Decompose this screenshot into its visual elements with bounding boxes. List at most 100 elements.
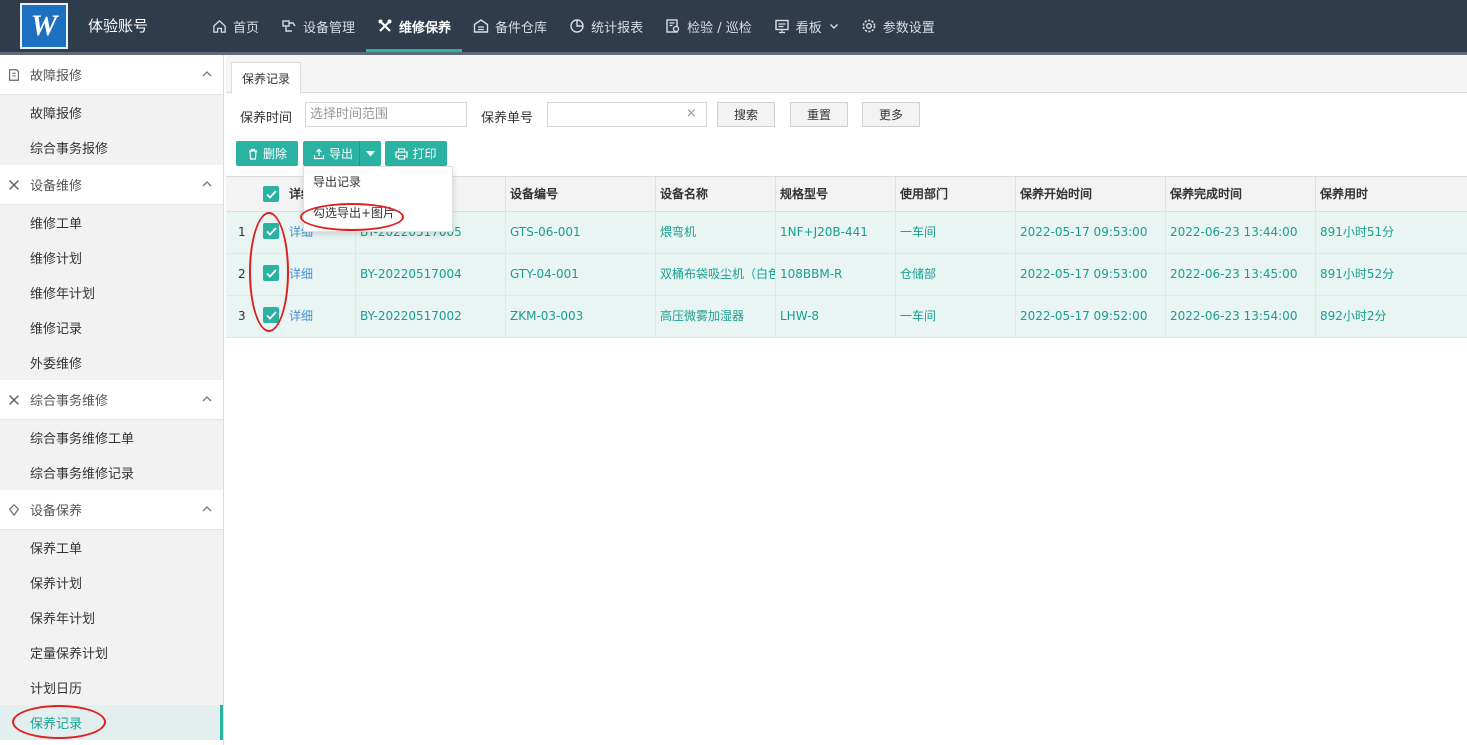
clear-icon[interactable]: × [686, 106, 697, 121]
nav-label: 检验 / 巡检 [687, 20, 752, 36]
cell-device-code: ZKM-03-003 [505, 296, 655, 337]
cell-duration: 891小时51分 [1315, 212, 1467, 253]
cell-duration: 892小时2分 [1315, 296, 1467, 337]
main-content: 保养记录 保养时间 选择时间范围 保养单号 × 搜索 重置 更多 删除 导出 打… [226, 55, 1467, 745]
nav-inspection[interactable]: 检验 / 巡检 [654, 0, 763, 52]
sidebar-item-general-repair-order[interactable]: 综合事务维修工单 [0, 420, 223, 455]
board-icon [774, 18, 790, 34]
sidebar-item-general-repair-record[interactable]: 综合事务维修记录 [0, 455, 223, 490]
select-all-checkbox[interactable] [263, 186, 279, 202]
sidebar-item-repair-annual-plan[interactable]: 维修年计划 [0, 275, 223, 310]
export-button[interactable]: 导出 [303, 141, 381, 166]
tools-icon [377, 18, 393, 34]
cell-department: 仓储部 [895, 254, 1015, 295]
sidebar-group-repair[interactable]: 设备维修 [0, 165, 223, 205]
menu-item-export-records[interactable]: 导出记录 [304, 167, 452, 198]
sidebar-item-maintenance-annual-plan[interactable]: 保养年计划 [0, 600, 223, 635]
search-button[interactable]: 搜索 [717, 102, 775, 127]
sidebar-item-outsourced-repair[interactable]: 外委维修 [0, 345, 223, 380]
row-index: 3 [238, 309, 246, 323]
row-checkbox[interactable] [263, 307, 279, 323]
row-checkbox[interactable] [263, 223, 279, 239]
order-no-label: 保养单号 [481, 111, 534, 126]
sidebar-group-title: 设备保养 [30, 504, 83, 519]
chevron-up-icon[interactable] [201, 68, 213, 80]
row-index: 2 [238, 267, 246, 281]
sidebar-group-title: 综合事务维修 [30, 394, 109, 409]
sidebar-item-repair-plan[interactable]: 维修计划 [0, 240, 223, 275]
caret-down-icon[interactable] [359, 141, 381, 166]
print-button[interactable]: 打印 [385, 141, 447, 166]
table-row[interactable]: 2 详细 BY-20220517004 GTY-04-001 双桶布袋吸尘机（白… [226, 254, 1467, 296]
nav-home[interactable]: 首页 [200, 0, 270, 52]
nav-label: 备件仓库 [495, 20, 548, 36]
cell-end-time: 2022-06-23 13:45:00 [1165, 254, 1315, 295]
row-checkbox[interactable] [263, 265, 279, 281]
cell-device-name: 煨弯机 [655, 212, 775, 253]
nav-board[interactable]: 看板 [763, 0, 850, 52]
cell-end-time: 2022-06-23 13:54:00 [1165, 296, 1315, 337]
cell-order-no: BY-20220517004 [355, 254, 505, 295]
more-button[interactable]: 更多 [862, 102, 920, 127]
cell-model: 1NF+J20B-441 [775, 212, 895, 253]
app-logo[interactable]: W [20, 3, 68, 49]
order-no-input[interactable] [547, 102, 707, 127]
cell-order-no: BY-20220517002 [355, 296, 505, 337]
wrench-icon [6, 177, 22, 193]
nav-label: 参数设置 [882, 20, 935, 36]
maintenance-icon [6, 502, 22, 518]
main-nav: 首页 设备管理 维修保养 备件仓库 统计报表 检验 / 巡检 看板 参数设置 [200, 0, 946, 52]
sidebar-item-maintenance-order[interactable]: 保养工单 [0, 530, 223, 565]
detail-link[interactable]: 详细 [285, 296, 355, 337]
export-dropdown-menu: 导出记录 勾选导出+图片 [303, 166, 453, 232]
sidebar-item-quantitative-plan[interactable]: 定量保养计划 [0, 635, 223, 670]
sidebar: 故障报修 故障报修 综合事务报修 设备维修 维修工单 维修计划 维修年计划 维修… [0, 55, 224, 745]
time-range-input[interactable]: 选择时间范围 [305, 102, 467, 127]
cell-model: 108BBM-R [775, 254, 895, 295]
chevron-up-icon[interactable] [201, 178, 213, 190]
sidebar-item-general-report[interactable]: 综合事务报修 [0, 130, 223, 165]
warehouse-icon [473, 18, 489, 34]
upload-icon [313, 148, 325, 160]
col-device-name: 设备名称 [655, 177, 775, 212]
nav-settings[interactable]: 参数设置 [850, 0, 946, 52]
device-icon [281, 18, 297, 34]
nav-reports[interactable]: 统计报表 [558, 0, 654, 52]
app-title: 体验账号 [88, 17, 149, 35]
pie-chart-icon [569, 18, 585, 34]
delete-button[interactable]: 删除 [236, 141, 298, 166]
trash-icon [247, 148, 259, 160]
home-icon [211, 18, 227, 34]
chevron-up-icon[interactable] [201, 503, 213, 515]
cell-end-time: 2022-06-23 13:44:00 [1165, 212, 1315, 253]
sidebar-group-maintenance[interactable]: 设备保养 [0, 490, 223, 530]
col-device-code: 设备编号 [505, 177, 655, 212]
sidebar-item-repair-order[interactable]: 维修工单 [0, 205, 223, 240]
reset-button[interactable]: 重置 [790, 102, 848, 127]
detail-link[interactable]: 详细 [285, 254, 355, 295]
cell-department: 一车间 [895, 296, 1015, 337]
sidebar-item-fault-report[interactable]: 故障报修 [0, 95, 223, 130]
col-start-time: 保养开始时间 [1015, 177, 1165, 212]
cell-department: 一车间 [895, 212, 1015, 253]
nav-maintenance[interactable]: 维修保养 [366, 0, 463, 52]
sidebar-group-general-repair[interactable]: 综合事务维修 [0, 380, 223, 420]
sidebar-item-plan-calendar[interactable]: 计划日历 [0, 670, 223, 705]
table-row[interactable]: 3 详细 BY-20220517002 ZKM-03-003 高压微雾加湿器 L… [226, 296, 1467, 338]
chevron-up-icon[interactable] [201, 393, 213, 405]
sidebar-item-maintenance-plan[interactable]: 保养计划 [0, 565, 223, 600]
sidebar-group-title: 故障报修 [30, 69, 83, 84]
menu-item-export-selected-with-images[interactable]: 勾选导出+图片 [304, 198, 452, 229]
sidebar-item-repair-record[interactable]: 维修记录 [0, 310, 223, 345]
col-department: 使用部门 [895, 177, 1015, 212]
col-end-time: 保养完成时间 [1165, 177, 1315, 212]
nav-warehouse[interactable]: 备件仓库 [462, 0, 558, 52]
sidebar-item-maintenance-record[interactable]: 保养记录 [0, 705, 223, 740]
print-label: 打印 [412, 147, 437, 161]
nav-device-management[interactable]: 设备管理 [270, 0, 366, 52]
wrench-icon [6, 392, 22, 408]
tab-maintenance-record[interactable]: 保养记录 [231, 62, 302, 94]
gear-icon [861, 18, 877, 34]
tab-bar: 保养记录 [226, 55, 1467, 94]
sidebar-group-fault-report[interactable]: 故障报修 [0, 55, 223, 95]
